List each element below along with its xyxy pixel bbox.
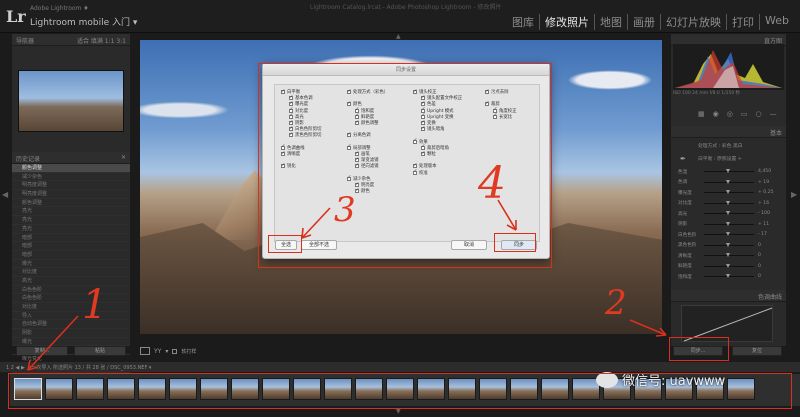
arrow-3 (301, 207, 331, 239)
arrow-1 (27, 315, 79, 371)
lightroom-window: Lr Adobe Lightroom ♦ Lightroom mobile 入门… (0, 0, 800, 417)
annotation-arrows (27, 199, 667, 371)
